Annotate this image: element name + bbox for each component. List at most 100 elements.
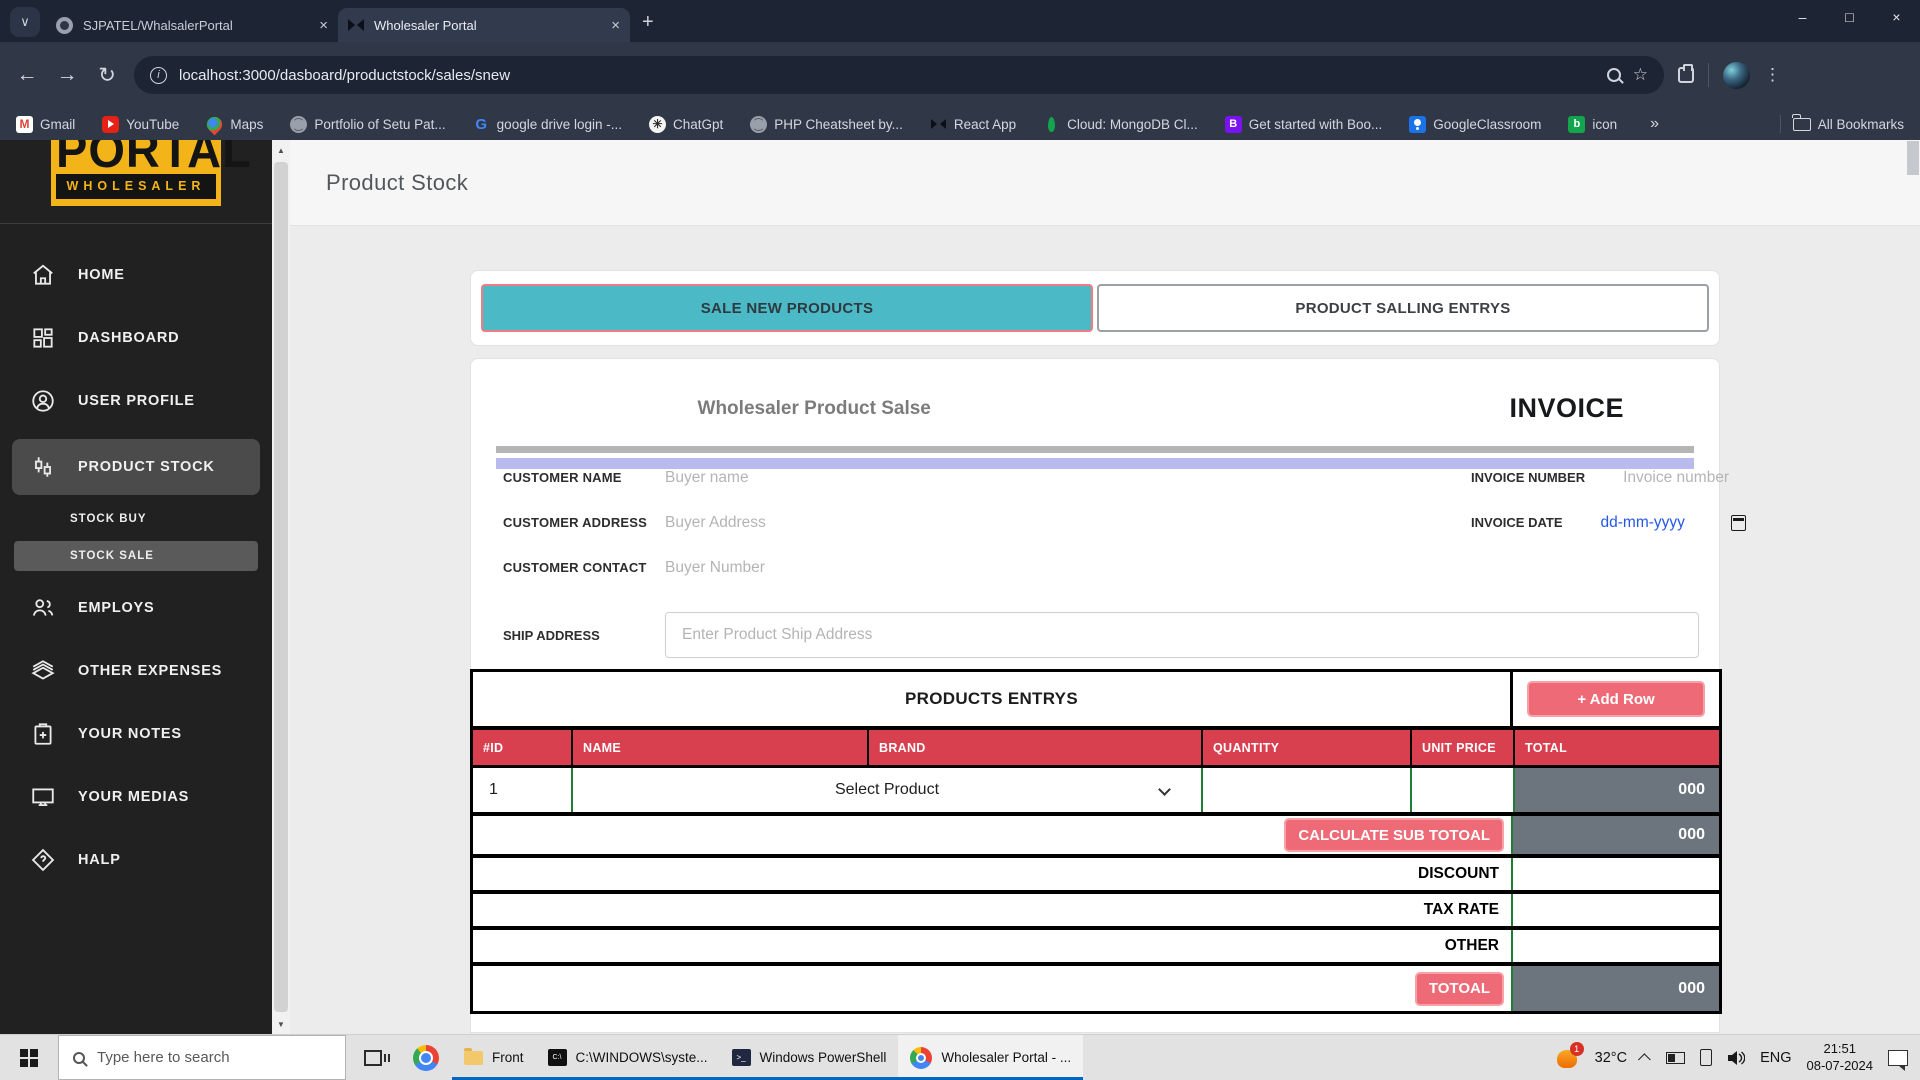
- time: 21:51: [1823, 1041, 1856, 1056]
- taskbar-search[interactable]: Type here to search: [58, 1035, 346, 1080]
- tab-product-salling-entrys[interactable]: PRODUCT SALLING ENTRYS: [1097, 284, 1709, 332]
- bookmark-react-app[interactable]: React App: [930, 116, 1016, 133]
- scroll-down-icon[interactable]: ▼: [272, 1014, 290, 1034]
- bookmark-youtube[interactable]: YouTube: [102, 116, 179, 133]
- url-text[interactable]: localhost:3000/dasboard/productstock/sal…: [179, 67, 510, 84]
- taskbar-app-front[interactable]: Front: [452, 1035, 536, 1080]
- bookmark-portfolio[interactable]: Portfolio of Setu Pat...: [290, 116, 445, 133]
- maximize-button[interactable]: □: [1826, 0, 1873, 34]
- bookmark-php-cheatsheet[interactable]: PHP Cheatsheet by...: [750, 116, 903, 133]
- col-unit-price: UNIT PRICE: [1412, 730, 1515, 765]
- taskbar-app-wholesaler-portal[interactable]: Wholesaler Portal - ...: [898, 1035, 1083, 1080]
- openai-icon: ✳: [649, 116, 666, 133]
- calendar-icon[interactable]: [1731, 515, 1746, 531]
- bookmark-mongodb[interactable]: Cloud: MongoDB Cl...: [1043, 116, 1198, 133]
- bookmark-icon-site[interactable]: bicon: [1568, 116, 1617, 133]
- customer-name-input[interactable]: [665, 469, 1045, 487]
- taskbar-chrome-button[interactable]: [400, 1035, 452, 1080]
- quantity-input[interactable]: [1203, 768, 1412, 812]
- sidebar-item-halp[interactable]: HALP: [0, 835, 272, 885]
- sidebar-item-your-notes[interactable]: YOUR NOTES: [0, 709, 272, 759]
- sidebar-item-dashboard[interactable]: DASHBOARD: [0, 313, 272, 363]
- clock[interactable]: 21:51 08-07-2024: [1807, 1041, 1874, 1075]
- address-bar[interactable]: i localhost:3000/dasboard/productstock/s…: [134, 56, 1664, 94]
- invoice-date-input[interactable]: dd-mm-yyyy: [1601, 514, 1685, 532]
- customer-address-input[interactable]: [665, 514, 1045, 532]
- scroll-up-icon[interactable]: ▲: [272, 140, 290, 160]
- total-button[interactable]: TOTOAL: [1415, 972, 1504, 1006]
- unit-price-input[interactable]: [1412, 768, 1515, 812]
- forward-button[interactable]: →: [54, 63, 80, 87]
- refresh-button[interactable]: ↻: [94, 63, 120, 88]
- scrollbar-thumb[interactable]: [274, 162, 288, 1012]
- sidebar-item-other-expenses[interactable]: OTHER EXPENSES: [0, 646, 272, 696]
- sidebar-item-user-profile[interactable]: USER PROFILE: [0, 376, 272, 426]
- bookmark-google-drive[interactable]: Ggoogle drive login -...: [473, 116, 622, 133]
- subtotal-value: 000: [1513, 816, 1719, 854]
- products-table: PRODUCTS ENTRYS + Add Row #ID NAME BRAND…: [470, 669, 1722, 1014]
- browser-tab-github[interactable]: SJPATEL/WhalsalerPortal ×: [46, 8, 338, 42]
- speaker-icon[interactable]: [1727, 1050, 1745, 1066]
- bookmark-gmail[interactable]: Gmail: [16, 116, 75, 133]
- ship-address-input[interactable]: [665, 612, 1699, 658]
- chrome-icon: [910, 1047, 932, 1069]
- profile-avatar[interactable]: [1723, 62, 1750, 89]
- chevron-down-icon: [1158, 783, 1171, 796]
- invoice-number-input[interactable]: Invoice number: [1623, 469, 1729, 487]
- extensions-icon[interactable]: [1678, 67, 1694, 83]
- browser-tab-wholesaler-portal[interactable]: Wholesaler Portal ×: [338, 8, 630, 42]
- bookmark-maps[interactable]: Maps: [206, 116, 263, 133]
- sidebar-item-product-stock[interactable]: PRODUCT STOCK: [12, 439, 260, 495]
- add-row-button[interactable]: + Add Row: [1527, 681, 1705, 717]
- products-entrys-header: PRODUCTS ENTRYS: [473, 672, 1513, 726]
- bookmark-star-icon[interactable]: ☆: [1633, 65, 1648, 85]
- sidebar-item-home[interactable]: HOME: [0, 250, 272, 300]
- start-button[interactable]: [0, 1035, 58, 1080]
- tab-search-button[interactable]: ∨: [10, 7, 40, 37]
- task-view-button[interactable]: [346, 1035, 400, 1080]
- bookmark-bootstrap[interactable]: BGet started with Boo...: [1225, 116, 1383, 133]
- toolbar-divider: [1708, 63, 1709, 87]
- tab-close-icon[interactable]: ×: [611, 17, 620, 34]
- language-indicator[interactable]: ENG: [1760, 1050, 1791, 1066]
- other-input[interactable]: [1513, 930, 1719, 962]
- page-scrollbar[interactable]: [1906, 140, 1920, 1034]
- tray-expand-icon[interactable]: [1638, 1053, 1651, 1066]
- tax-rate-label: TAX RATE: [1424, 901, 1511, 919]
- taskbar-app-powershell[interactable]: >_ Windows PowerShell: [720, 1035, 899, 1080]
- battery-icon[interactable]: [1666, 1052, 1685, 1064]
- search-placeholder: Type here to search: [97, 1049, 230, 1066]
- sidebar-subitem-stock-buy[interactable]: STOCK BUY: [0, 505, 272, 533]
- close-button[interactable]: ×: [1873, 0, 1920, 34]
- tab-close-icon[interactable]: ×: [319, 17, 328, 34]
- taskbar-app-cmd[interactable]: C:\ C:\WINDOWS\syste...: [536, 1035, 720, 1080]
- calculate-subtotal-button[interactable]: CALCULATE SUB TOTOAL: [1284, 818, 1504, 852]
- bookmarks-overflow-button[interactable]: »: [1650, 115, 1659, 133]
- bookmark-classroom[interactable]: GoogleClassroom: [1409, 116, 1541, 133]
- customer-contact-input[interactable]: [665, 559, 1045, 577]
- phone-icon[interactable]: [1700, 1049, 1712, 1066]
- discount-label: DISCOUNT: [1418, 865, 1511, 883]
- inner-scrollbar[interactable]: ▲ ▼: [272, 140, 290, 1034]
- sidebar-item-employs[interactable]: EMPLOYS: [0, 583, 272, 633]
- sidebar-item-your-medias[interactable]: YOUR MEDIAS: [0, 772, 272, 822]
- tax-rate-input[interactable]: [1513, 894, 1719, 926]
- new-tab-button[interactable]: +: [642, 11, 654, 34]
- tab-sale-new-products[interactable]: SALE NEW PRODUCTS: [481, 284, 1093, 332]
- zoom-icon[interactable]: [1607, 68, 1621, 82]
- minimize-button[interactable]: –: [1779, 0, 1826, 34]
- sidebar-subitem-stock-sale[interactable]: STOCK SALE: [14, 541, 258, 571]
- weather-icon[interactable]: 1: [1556, 1047, 1580, 1069]
- back-button[interactable]: ←: [14, 63, 40, 87]
- notification-icon[interactable]: [1888, 1050, 1908, 1066]
- powershell-icon: >_: [732, 1049, 751, 1066]
- temperature[interactable]: 32°C: [1595, 1050, 1627, 1066]
- site-info-icon[interactable]: i: [150, 67, 167, 84]
- col-quantity: QUANTITY: [1203, 730, 1412, 765]
- all-bookmarks-button[interactable]: All Bookmarks: [1793, 117, 1904, 132]
- bookmark-chatgpt[interactable]: ✳ChatGpt: [649, 116, 723, 133]
- product-select[interactable]: Select Product: [573, 768, 1203, 812]
- scrollbar-thumb[interactable]: [1907, 141, 1919, 175]
- menu-icon[interactable]: ⋮: [1764, 65, 1781, 85]
- discount-input[interactable]: [1513, 858, 1719, 890]
